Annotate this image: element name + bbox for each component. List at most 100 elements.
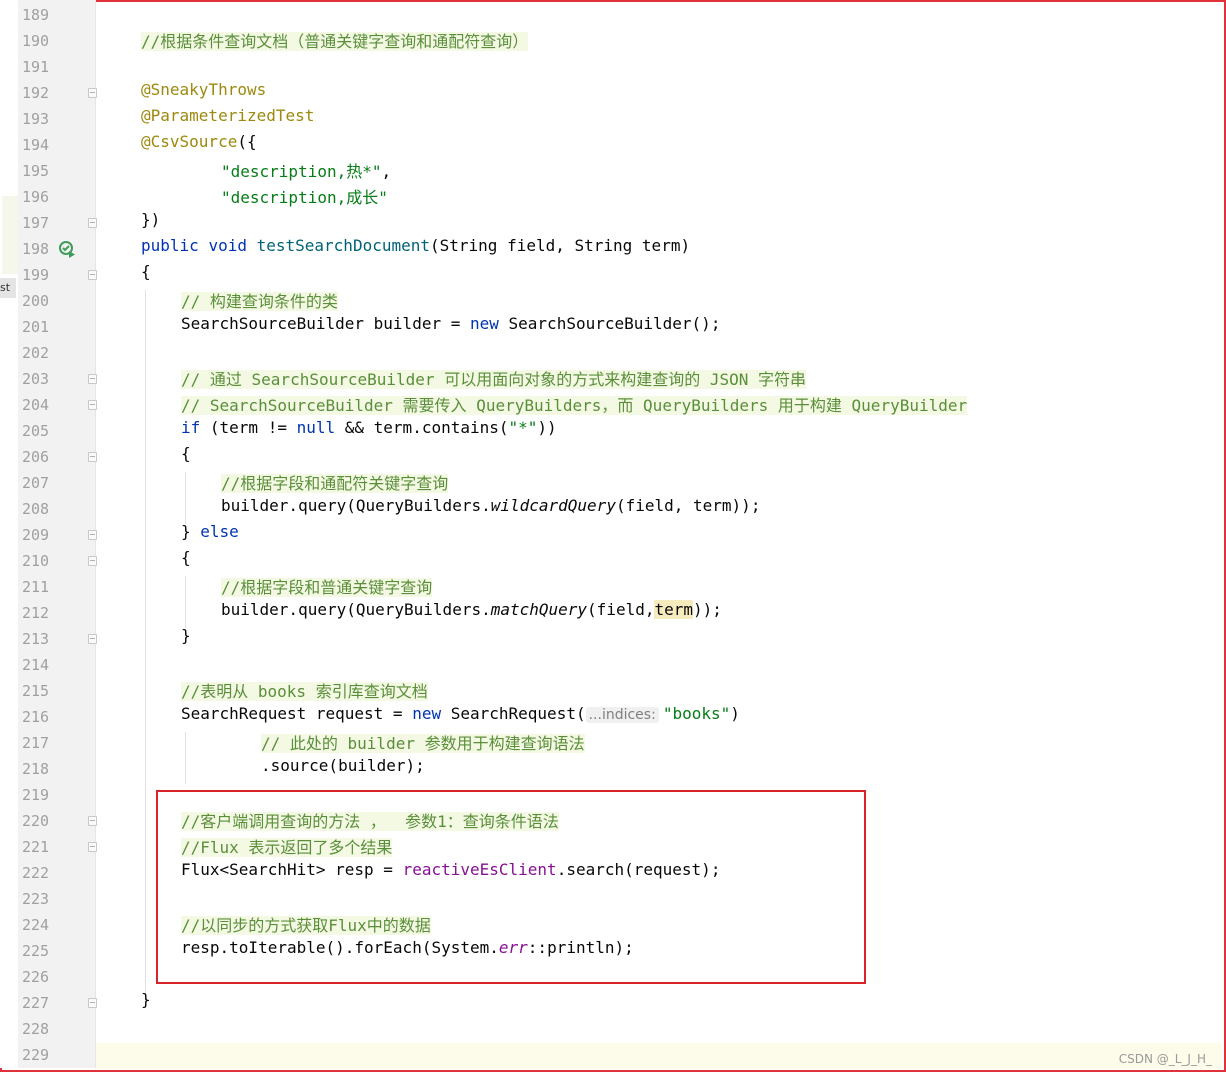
line-number: 223: [22, 890, 50, 908]
code-text: (field, term));: [615, 496, 761, 515]
code-line-194: @CsvSource({: [141, 132, 257, 151]
brace: }: [181, 626, 191, 645]
sidebar-tab[interactable]: st: [0, 278, 16, 298]
line-number: 196: [22, 188, 50, 206]
code-line-209: } else: [181, 522, 239, 541]
code-line-207: //根据字段和通配符关键字查询: [221, 470, 449, 494]
code-line-216: SearchRequest request = new SearchReques…: [181, 704, 740, 723]
fold-marker-icon[interactable]: [88, 374, 97, 384]
code-line-210: {: [181, 548, 191, 567]
comment: // 此处的 builder 参数用于构建查询语法: [261, 734, 585, 753]
line-number: 224: [22, 916, 50, 934]
line-number: 228: [22, 1020, 50, 1038]
line-number: 202: [22, 344, 50, 362]
left-tool-strip: st: [0, 0, 18, 1068]
code-line-193: @ParameterizedTest: [141, 106, 314, 125]
line-number: 193: [22, 110, 50, 128]
fold-marker-icon[interactable]: [88, 530, 97, 540]
line-number: 214: [22, 656, 50, 674]
line-number: 206: [22, 448, 50, 466]
fold-marker-icon[interactable]: [88, 218, 97, 228]
code-text: (field,: [587, 600, 655, 619]
line-number: 226: [22, 968, 50, 986]
code-line-196: "description,成长": [221, 184, 388, 208]
brace: {: [181, 548, 191, 567]
line-number: 199: [22, 266, 50, 284]
comment: // 通过 SearchSourceBuilder 可以用面向对象的方式来构建查…: [181, 370, 806, 389]
line-number: 216: [22, 708, 50, 726]
fold-marker-icon[interactable]: [88, 816, 97, 826]
method-name: testSearchDocument: [256, 236, 430, 255]
highlighted-identifier: term: [654, 600, 694, 619]
punctuation: ({: [237, 132, 257, 151]
line-number: 211: [22, 578, 50, 596]
strip-marker: [2, 196, 18, 274]
keyword: public: [141, 236, 199, 255]
comment: //表明从 books 索引库查询文档: [181, 682, 428, 701]
line-number: 215: [22, 682, 50, 700]
annotation: @ParameterizedTest: [141, 106, 315, 125]
line-number: 222: [22, 864, 50, 882]
run-test-icon[interactable]: [58, 240, 76, 258]
fold-marker-icon[interactable]: [88, 270, 97, 280]
fold-marker-icon[interactable]: [88, 556, 97, 566]
code-text: .source(builder);: [261, 756, 425, 775]
comment: //根据条件查询文档（普通关键字查询和通配符查询）: [141, 32, 529, 51]
indent-guide: [185, 472, 186, 524]
code-line-206: {: [181, 444, 191, 463]
line-number: 203: [22, 370, 50, 388]
code-line-212: builder.query(QueryBuilders.matchQuery(f…: [221, 600, 722, 619]
code-line-199: {: [141, 262, 151, 281]
indent-guide: [185, 732, 186, 784]
line-number: 219: [22, 786, 50, 804]
indent-guide: [145, 290, 146, 1002]
punctuation: }): [141, 210, 161, 229]
code-text: SearchSourceBuilder builder =: [181, 314, 470, 333]
code-text: )): [537, 418, 557, 437]
fold-marker-icon[interactable]: [88, 998, 97, 1008]
code-text: builder.query(QueryBuilders.: [221, 496, 491, 515]
code-line-197: }): [141, 210, 160, 229]
code-line-201: SearchSourceBuilder builder = new Search…: [181, 314, 720, 333]
line-number: 200: [22, 292, 50, 310]
line-number: 213: [22, 630, 50, 648]
line-number: 192: [22, 84, 50, 102]
line-number: 227: [22, 994, 50, 1012]
line-number: 218: [22, 760, 50, 778]
line-number: 229: [22, 1046, 50, 1064]
fold-marker-icon[interactable]: [88, 88, 97, 98]
static-method: matchQuery: [490, 600, 588, 619]
parameters: (String field, String term): [430, 236, 691, 255]
string-literal: "description,热*": [221, 162, 382, 181]
fold-marker-icon[interactable]: [88, 400, 97, 410]
line-number: 220: [22, 812, 50, 830]
parameter-hint: ...indices:: [585, 707, 659, 723]
line-number: 204: [22, 396, 50, 414]
code-line-205: if (term != null && term.contains("*")): [181, 418, 557, 437]
fold-marker-icon[interactable]: [88, 452, 97, 462]
string-literal: "description,成长": [221, 188, 388, 207]
code-line-217: // 此处的 builder 参数用于构建查询语法: [261, 730, 585, 754]
code-text: builder.query(QueryBuilders.: [221, 600, 491, 619]
brace: {: [181, 444, 191, 463]
code-text: SearchRequest request =: [181, 704, 413, 723]
fold-marker-icon[interactable]: [88, 842, 97, 852]
comment: //根据字段和通配符关键字查询: [221, 474, 449, 493]
watermark: CSDN @_L_J_H_: [1118, 1052, 1212, 1066]
code-text: (term !=: [200, 418, 297, 437]
annotation: @SneakyThrows: [141, 80, 267, 99]
brace: }: [181, 522, 201, 541]
line-number: 197: [22, 214, 50, 232]
keyword: new: [412, 704, 442, 723]
keyword: new: [469, 314, 499, 333]
code-text: SearchRequest(: [441, 704, 586, 723]
code-text: ));: [693, 600, 722, 619]
code-text: ): [730, 704, 740, 723]
line-number: 212: [22, 604, 50, 622]
comment: // 构建查询条件的类: [181, 292, 338, 311]
line-number: 190: [22, 32, 50, 50]
string-literal: "*": [508, 418, 538, 437]
fold-marker-icon[interactable]: [88, 634, 97, 644]
code-line-215: //表明从 books 索引库查询文档: [181, 678, 428, 702]
current-line-highlight: [96, 1043, 1222, 1069]
